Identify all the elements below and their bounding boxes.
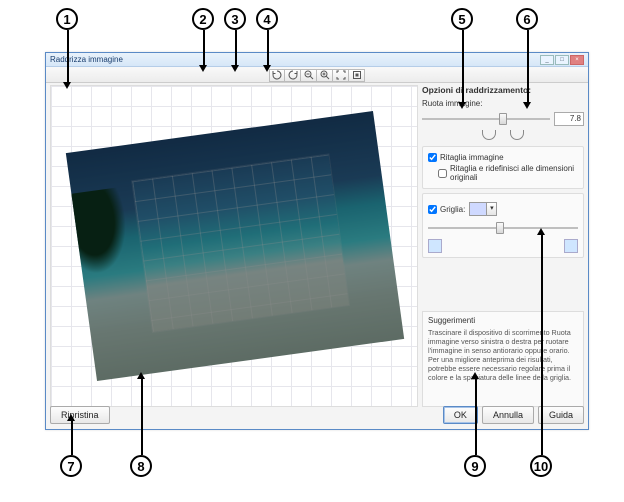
crop-checkbox-label: Ritaglia immagine	[440, 153, 504, 162]
crop-checkbox-row[interactable]: Ritaglia immagine	[428, 153, 578, 162]
callout-6: 6	[516, 8, 538, 30]
tips-box: Suggerimenti Trascinare il dispositivo d…	[422, 311, 584, 407]
callout-9: 9	[464, 455, 486, 477]
dropdown-icon[interactable]: ▾	[486, 203, 496, 215]
rotate-slider-thumb[interactable]	[499, 113, 507, 125]
callout-7: 7	[60, 455, 82, 477]
rotate-label: Ruota immagine:	[422, 99, 584, 108]
crop-original-label: Ritaglia e ridefinisci alle dimensioni o…	[450, 164, 578, 182]
rotate-slider[interactable]: 7.8	[422, 111, 584, 127]
help-button[interactable]: Guida	[538, 406, 584, 424]
crop-original-row[interactable]: Ritaglia e ridefinisci alle dimensioni o…	[438, 164, 578, 182]
maximize-button[interactable]: □	[555, 55, 569, 65]
ok-button[interactable]: OK	[443, 406, 478, 424]
callout-1: 1	[56, 8, 78, 30]
grid-slider-thumb[interactable]	[496, 222, 504, 234]
actual-pixels-button[interactable]	[349, 69, 365, 82]
callout-3: 3	[224, 8, 246, 30]
arc-ccw-icon	[482, 130, 496, 140]
options-panel: Opzioni di raddrizzamento: Ruota immagin…	[422, 85, 584, 407]
window-title: Raddrizza immagine	[50, 55, 123, 64]
zoom-out-button[interactable]	[301, 69, 317, 82]
image-content	[71, 187, 139, 286]
button-bar: Ripristina OK Annulla Guida	[50, 405, 584, 425]
image-wrap	[61, 96, 409, 396]
zoom-in-button[interactable]	[317, 69, 333, 82]
grid-swatch-fine	[428, 239, 442, 253]
panel-title: Opzioni di raddrizzamento:	[422, 85, 584, 95]
titlebar[interactable]: Raddrizza immagine _ □ ×	[46, 53, 588, 67]
fit-screen-button[interactable]	[333, 69, 349, 82]
callout-4: 4	[256, 8, 278, 30]
dialog-window: Raddrizza immagine _ □ × Opzioni di radd…	[45, 52, 589, 430]
grid-swatch-coarse	[564, 239, 578, 253]
rotate-ccw-button[interactable]	[269, 69, 285, 82]
callout-5: 5	[451, 8, 473, 30]
grid-checkbox-label: Griglia:	[440, 205, 465, 214]
grid-checkbox-row[interactable]: Griglia:	[428, 205, 465, 214]
arc-cw-icon	[510, 130, 524, 140]
grid-group: Griglia: ▾	[422, 193, 584, 258]
toolbar	[46, 67, 588, 83]
close-button[interactable]: ×	[570, 55, 584, 65]
grid-preview-swatches	[428, 239, 578, 253]
tips-body: Trascinare il dispositivo di scorrimento…	[428, 328, 578, 382]
callout-8: 8	[130, 455, 152, 477]
reset-button[interactable]: Ripristina	[50, 406, 110, 424]
cancel-button[interactable]: Annulla	[482, 406, 534, 424]
crop-region[interactable]	[132, 154, 349, 331]
crop-checkbox[interactable]	[428, 153, 437, 162]
minimize-button[interactable]: _	[540, 55, 554, 65]
callout-2: 2	[192, 8, 214, 30]
rotated-image[interactable]	[66, 111, 404, 381]
grid-color-picker[interactable]: ▾	[469, 202, 497, 216]
grid-checkbox[interactable]	[428, 205, 437, 214]
callout-10: 10	[530, 455, 552, 477]
grid-spacing-slider[interactable]	[428, 220, 578, 236]
rotate-cw-button[interactable]	[285, 69, 301, 82]
grid-color-swatch	[470, 203, 486, 215]
crop-group: Ritaglia immagine Ritaglia e ridefinisci…	[422, 146, 584, 189]
rotate-value[interactable]: 7.8	[554, 112, 584, 126]
crop-original-checkbox[interactable]	[438, 169, 447, 178]
preview-area[interactable]	[50, 85, 418, 407]
crop-grid-overlay	[132, 154, 349, 331]
tips-title: Suggerimenti	[428, 316, 578, 326]
